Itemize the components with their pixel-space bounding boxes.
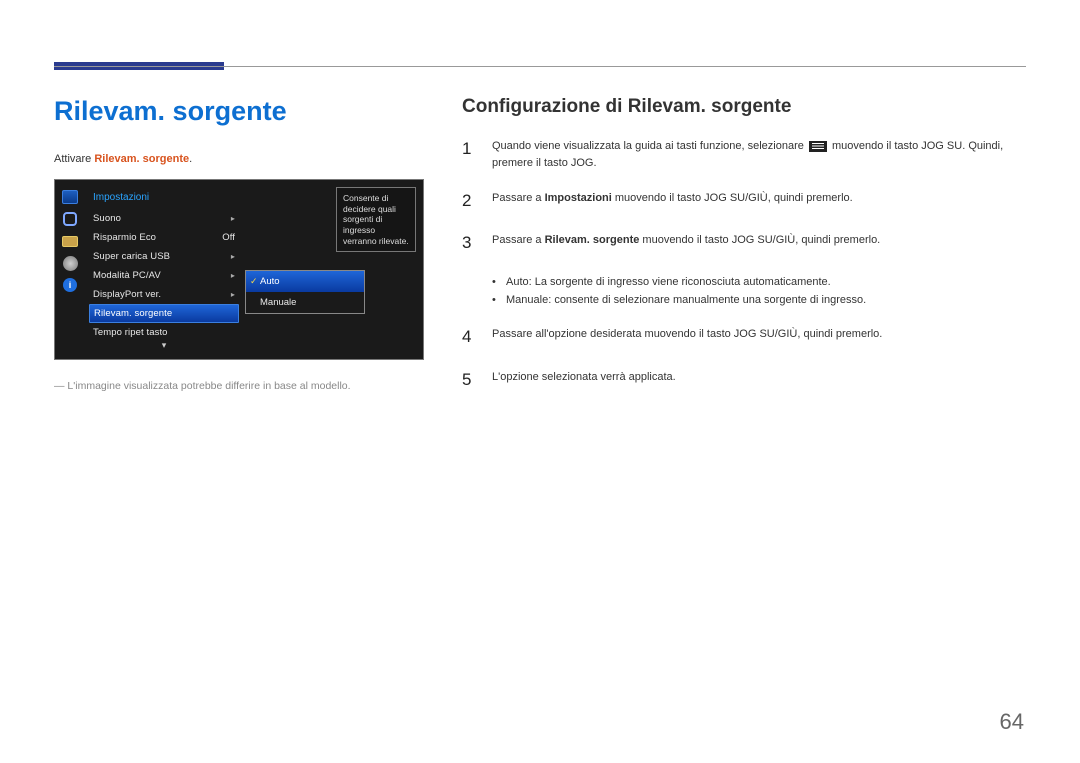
step-5: 5 L'opzione selezionata verrà applicata. [462, 367, 1026, 393]
step-3-pre: Passare a [492, 234, 545, 246]
activate-suffix: . [189, 153, 192, 165]
osd-sidebar-icons: i [55, 186, 85, 353]
step-1-pre: Quando viene visualizzata la guida ai ta… [492, 140, 807, 152]
step-number: 1 [462, 136, 474, 172]
step-3-bold: Rilevam. sorgente [545, 234, 640, 246]
step-number: 3 [462, 230, 474, 256]
left-column: Rilevam. sorgente Attivare Rilevam. sorg… [54, 96, 434, 409]
osd-item-risparmio: Risparmio EcoOff [93, 228, 235, 247]
osd-item-usb: Super carica USB▸ [93, 247, 235, 266]
page-number: 64 [1000, 709, 1024, 735]
activate-prefix: Attivare [54, 153, 94, 165]
osd-tooltip: Consente di decidere quali sorgenti di i… [336, 187, 416, 252]
step-number: 2 [462, 188, 474, 214]
options-bullets: Auto: La sorgente di ingresso viene rico… [492, 273, 1026, 310]
step-3: 3 Passare a Rilevam. sorgente muovendo i… [462, 230, 1026, 256]
step-2-bold: Impostazioni [545, 192, 612, 204]
menu-icon [809, 141, 827, 152]
feature-title: Rilevam. sorgente [54, 96, 434, 127]
activate-strong: Rilevam. sorgente [94, 153, 189, 165]
step-4: 4 Passare all'opzione desiderata muovend… [462, 324, 1026, 350]
step-2-pre: Passare a [492, 192, 545, 204]
bullet-auto: Auto: La sorgente di ingresso viene rico… [492, 273, 1026, 292]
gear-icon [55, 252, 85, 274]
step-body: Passare a Rilevam. sorgente muovendo il … [492, 230, 1026, 256]
info-icon: i [55, 274, 85, 296]
step-body: Passare a Impostazioni muovendo il tasto… [492, 188, 1026, 214]
activate-text: Attivare Rilevam. sorgente. [54, 153, 434, 165]
osd-item-rilevam-selected: Rilevam. sorgente [89, 304, 239, 323]
header-rule [54, 66, 1026, 67]
step-number: 5 [462, 367, 474, 393]
step-body: L'opzione selezionata verrà applicata. [492, 367, 1026, 393]
steps-list-cont: 4 Passare all'opzione desiderata muovend… [462, 324, 1026, 393]
bullet-manuale: Manuale: consente di selezionare manualm… [492, 291, 1026, 310]
bullet-auto-label: Auto [506, 276, 529, 288]
bullet-man-label: Manuale [506, 294, 548, 306]
osd-menu-title: Impostazioni [93, 188, 235, 209]
osd-main-menu: Impostazioni Suono▸ Risparmio EcoOff Sup… [85, 186, 245, 353]
step-3-post: muovendo il tasto JOG SU/GIÙ, quindi pre… [639, 234, 880, 246]
config-title: Configurazione di Rilevam. sorgente [462, 96, 1026, 118]
step-body: Passare all'opzione desiderata muovendo … [492, 324, 1026, 350]
osd-sub-auto-selected: Auto [246, 271, 364, 292]
bullet-auto-text: : La sorgente di ingresso viene riconosc… [529, 276, 831, 288]
osd-item-dp: DisplayPort ver.▸ [93, 285, 235, 304]
ring-icon [55, 208, 85, 230]
monitor-icon [55, 186, 85, 208]
right-column: Configurazione di Rilevam. sorgente 1 Qu… [462, 96, 1026, 409]
step-1: 1 Quando viene visualizzata la guida ai … [462, 136, 1026, 172]
bullet-man-text: : consente di selezionare manualmente un… [548, 294, 866, 306]
card-icon [55, 230, 85, 252]
step-number: 4 [462, 324, 474, 350]
osd-screenshot: i Impostazioni Suono▸ Risparmio EcoOff S… [54, 179, 424, 360]
osd-submenu: Auto Manuale [245, 270, 365, 314]
osd-scroll-down-icon: ▾ [93, 340, 235, 351]
step-body: Quando viene visualizzata la guida ai ta… [492, 136, 1026, 172]
osd-item-suono: Suono▸ [93, 209, 235, 228]
step-2-post: muovendo il tasto JOG SU/GIÙ, quindi pre… [612, 192, 853, 204]
osd-sub-manuale: Manuale [246, 292, 364, 313]
osd-item-pcav: Modalità PC/AV▸ [93, 266, 235, 285]
image-note: L'immagine visualizzata potrebbe differi… [54, 380, 434, 392]
step-2: 2 Passare a Impostazioni muovendo il tas… [462, 188, 1026, 214]
steps-list: 1 Quando viene visualizzata la guida ai … [462, 136, 1026, 257]
